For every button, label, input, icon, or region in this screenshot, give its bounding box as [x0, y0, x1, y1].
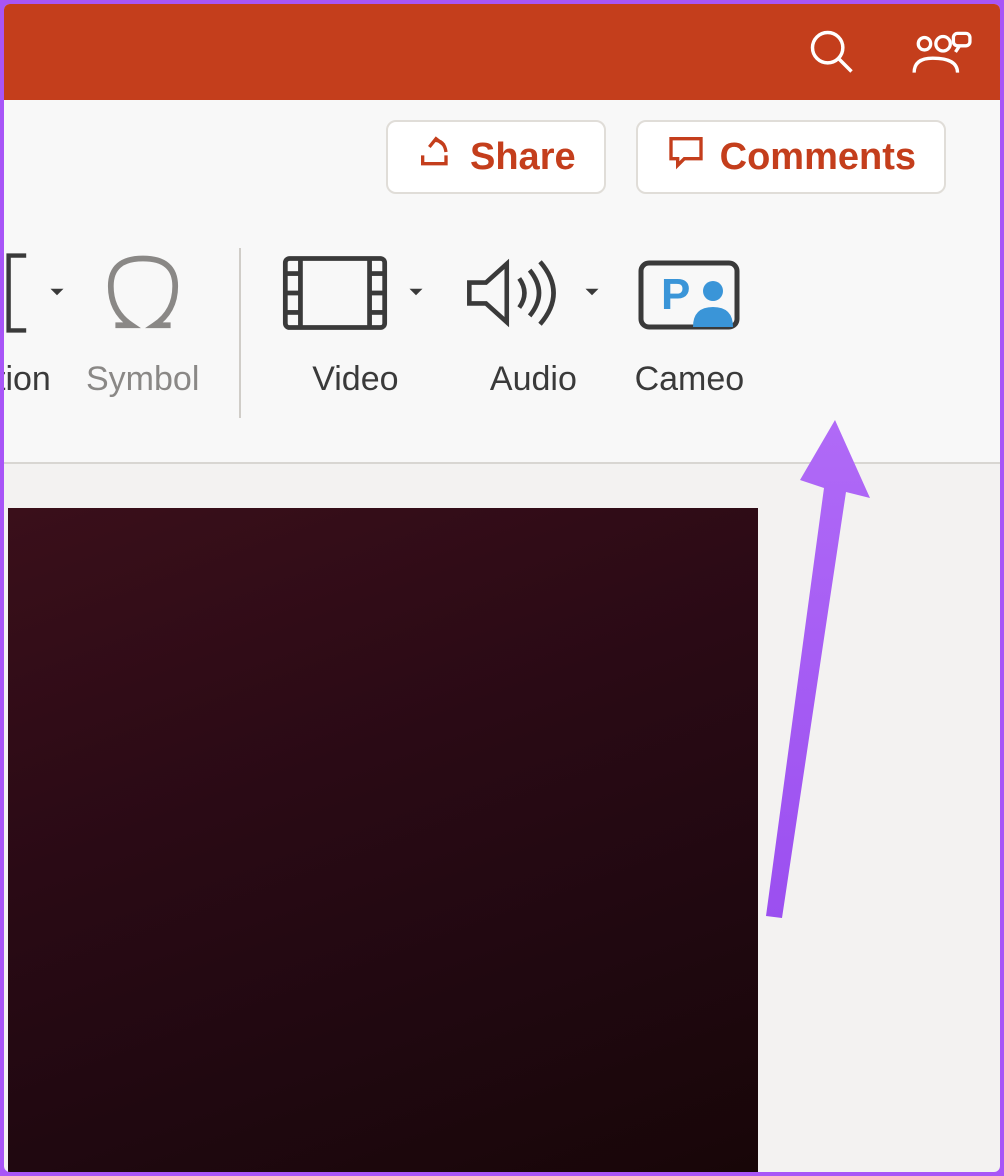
audio-icon [461, 253, 565, 338]
ribbon-item-equation[interactable]: tion [4, 248, 70, 399]
action-bar: Share Comments [4, 100, 1000, 214]
cameo-badge-text: P [661, 270, 690, 319]
video-label: Video [312, 360, 398, 399]
ribbon-item-audio[interactable]: Audio [461, 248, 605, 399]
share-label: Share [470, 136, 576, 179]
ribbon-item-cameo[interactable]: P Cameo [633, 248, 745, 399]
video-icon [281, 253, 389, 338]
app-window: Share Comments [4, 4, 1000, 1172]
ribbon-divider [239, 248, 241, 418]
comments-button[interactable]: Comments [636, 120, 946, 194]
chevron-down-icon[interactable] [44, 279, 70, 312]
cameo-label: Cameo [635, 360, 745, 399]
cameo-icon: P [633, 255, 745, 335]
ribbon-toolbar: tion Symbol [4, 214, 1000, 464]
omega-icon [97, 247, 189, 344]
comments-label: Comments [720, 136, 916, 179]
title-bar [4, 4, 1000, 100]
share-people-icon[interactable] [910, 26, 972, 78]
share-button[interactable]: Share [386, 120, 606, 194]
ribbon-item-symbol[interactable]: Symbol [86, 248, 199, 399]
chevron-down-icon[interactable] [579, 279, 605, 312]
ribbon-item-video[interactable]: Video [281, 248, 429, 399]
symbol-label: Symbol [86, 360, 199, 399]
chevron-down-icon[interactable] [403, 279, 429, 312]
share-icon [416, 132, 456, 182]
equation-icon [4, 249, 30, 342]
search-icon[interactable] [806, 26, 858, 78]
comment-icon [666, 132, 706, 182]
slide-canvas[interactable] [8, 508, 758, 1172]
audio-label: Audio [490, 360, 577, 399]
equation-label: tion [4, 360, 51, 399]
